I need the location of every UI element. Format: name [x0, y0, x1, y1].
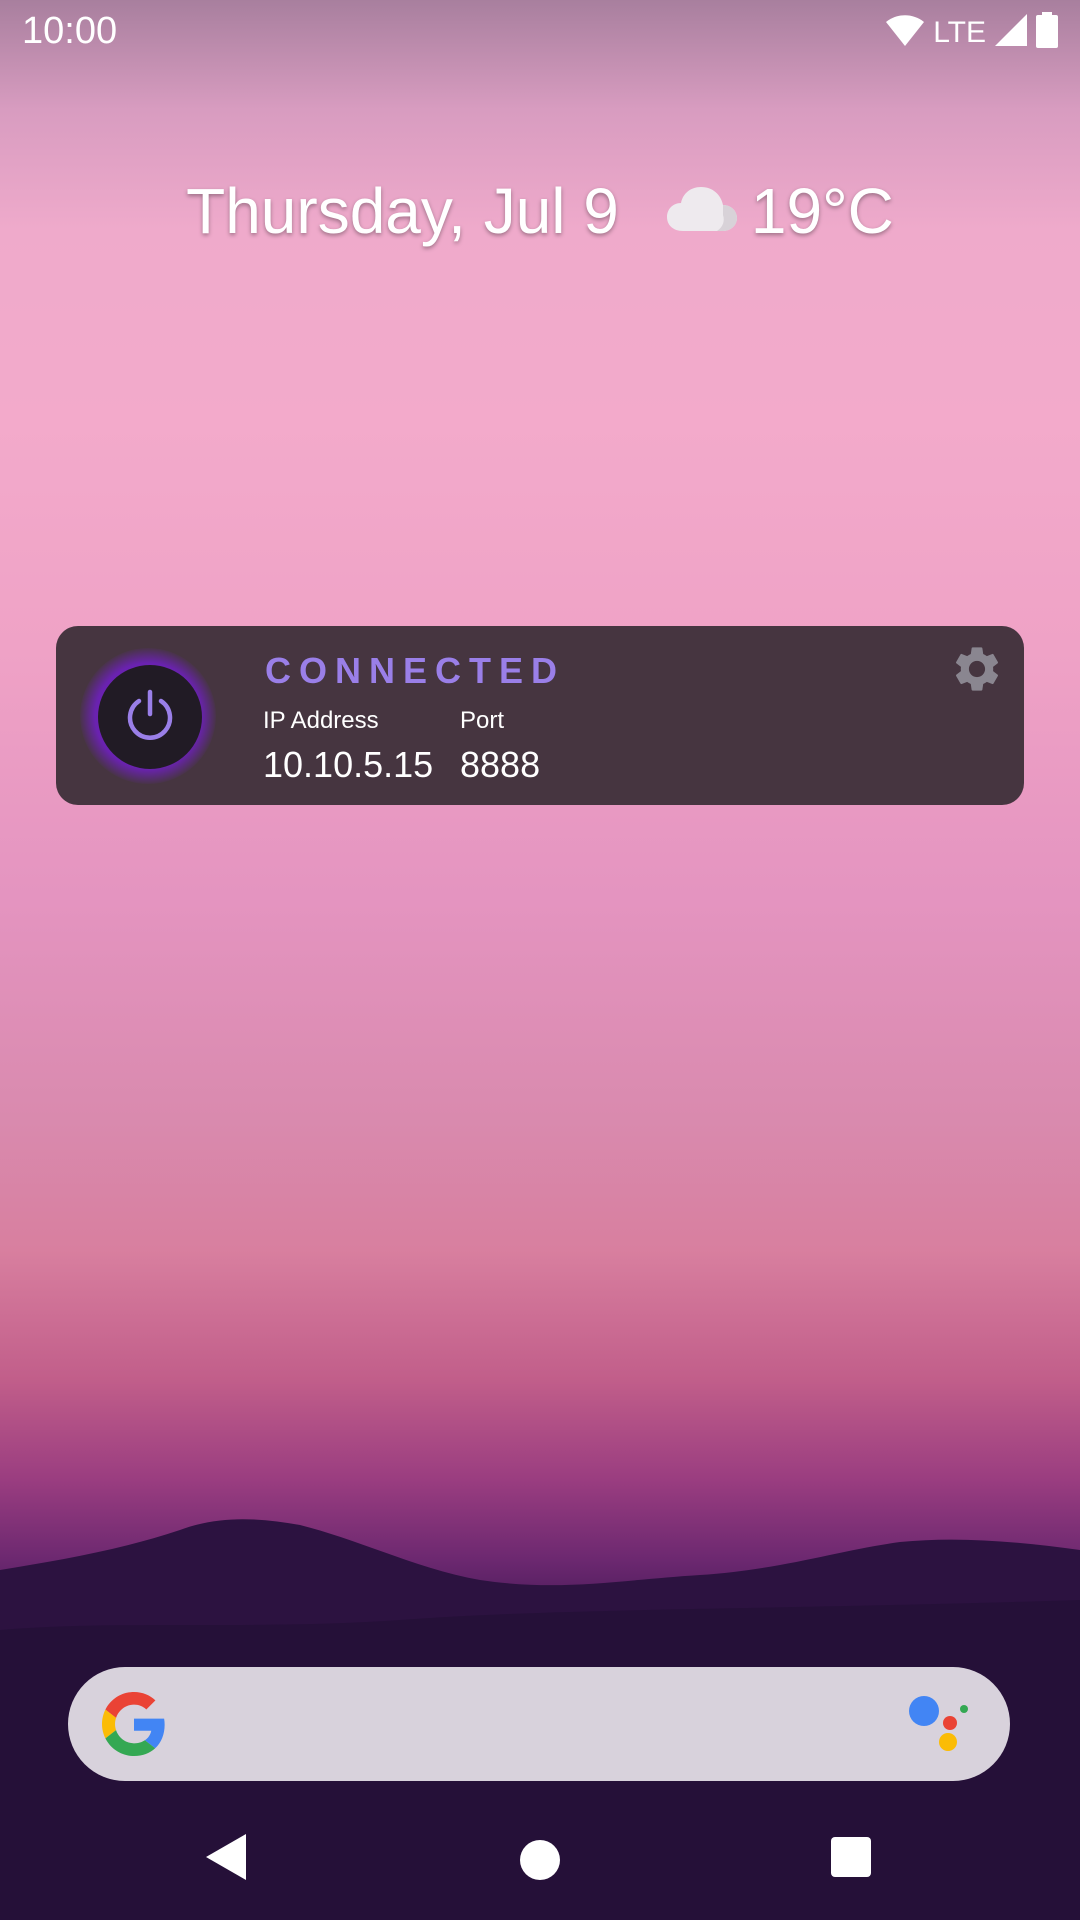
ip-address-label: IP Address: [263, 707, 379, 734]
glance-weather[interactable]: 19°C: [666, 174, 894, 248]
power-button[interactable]: [98, 665, 202, 769]
navigation-bar: [0, 1800, 1080, 1920]
connection-status: CONNECTED: [265, 650, 566, 691]
google-assistant-icon[interactable]: [908, 1695, 970, 1753]
port-label: Port: [460, 707, 505, 734]
ip-address-value: 10.10.5.15: [263, 744, 434, 785]
power-icon: [123, 688, 177, 747]
glance-temperature: 19°C: [750, 175, 894, 247]
wifi-icon: [885, 13, 925, 52]
battery-icon: [1036, 12, 1058, 53]
glance-date[interactable]: Thursday, Jul 9: [186, 174, 619, 248]
google-g-icon[interactable]: [102, 1692, 166, 1756]
at-a-glance[interactable]: Thursday, Jul 9 19°C: [0, 174, 1080, 248]
status-time: 10:00: [22, 10, 118, 52]
gear-icon[interactable]: [950, 642, 1004, 696]
google-search-bar[interactable]: [68, 1667, 1010, 1781]
home-icon[interactable]: [520, 1840, 560, 1880]
cell-signal-icon: [994, 13, 1028, 52]
port-value: 8888: [460, 744, 541, 785]
status-bar: 10:00 LTE: [0, 0, 1080, 64]
network-type-label: LTE: [933, 15, 986, 49]
recents-icon[interactable]: [831, 1837, 871, 1877]
back-icon[interactable]: [206, 1834, 246, 1885]
connection-widget: CONNECTED IP Address 10.10.5.15 Port 888…: [56, 626, 1024, 805]
cloud-icon: [666, 185, 737, 238]
status-icons: LTE: [885, 12, 1058, 53]
